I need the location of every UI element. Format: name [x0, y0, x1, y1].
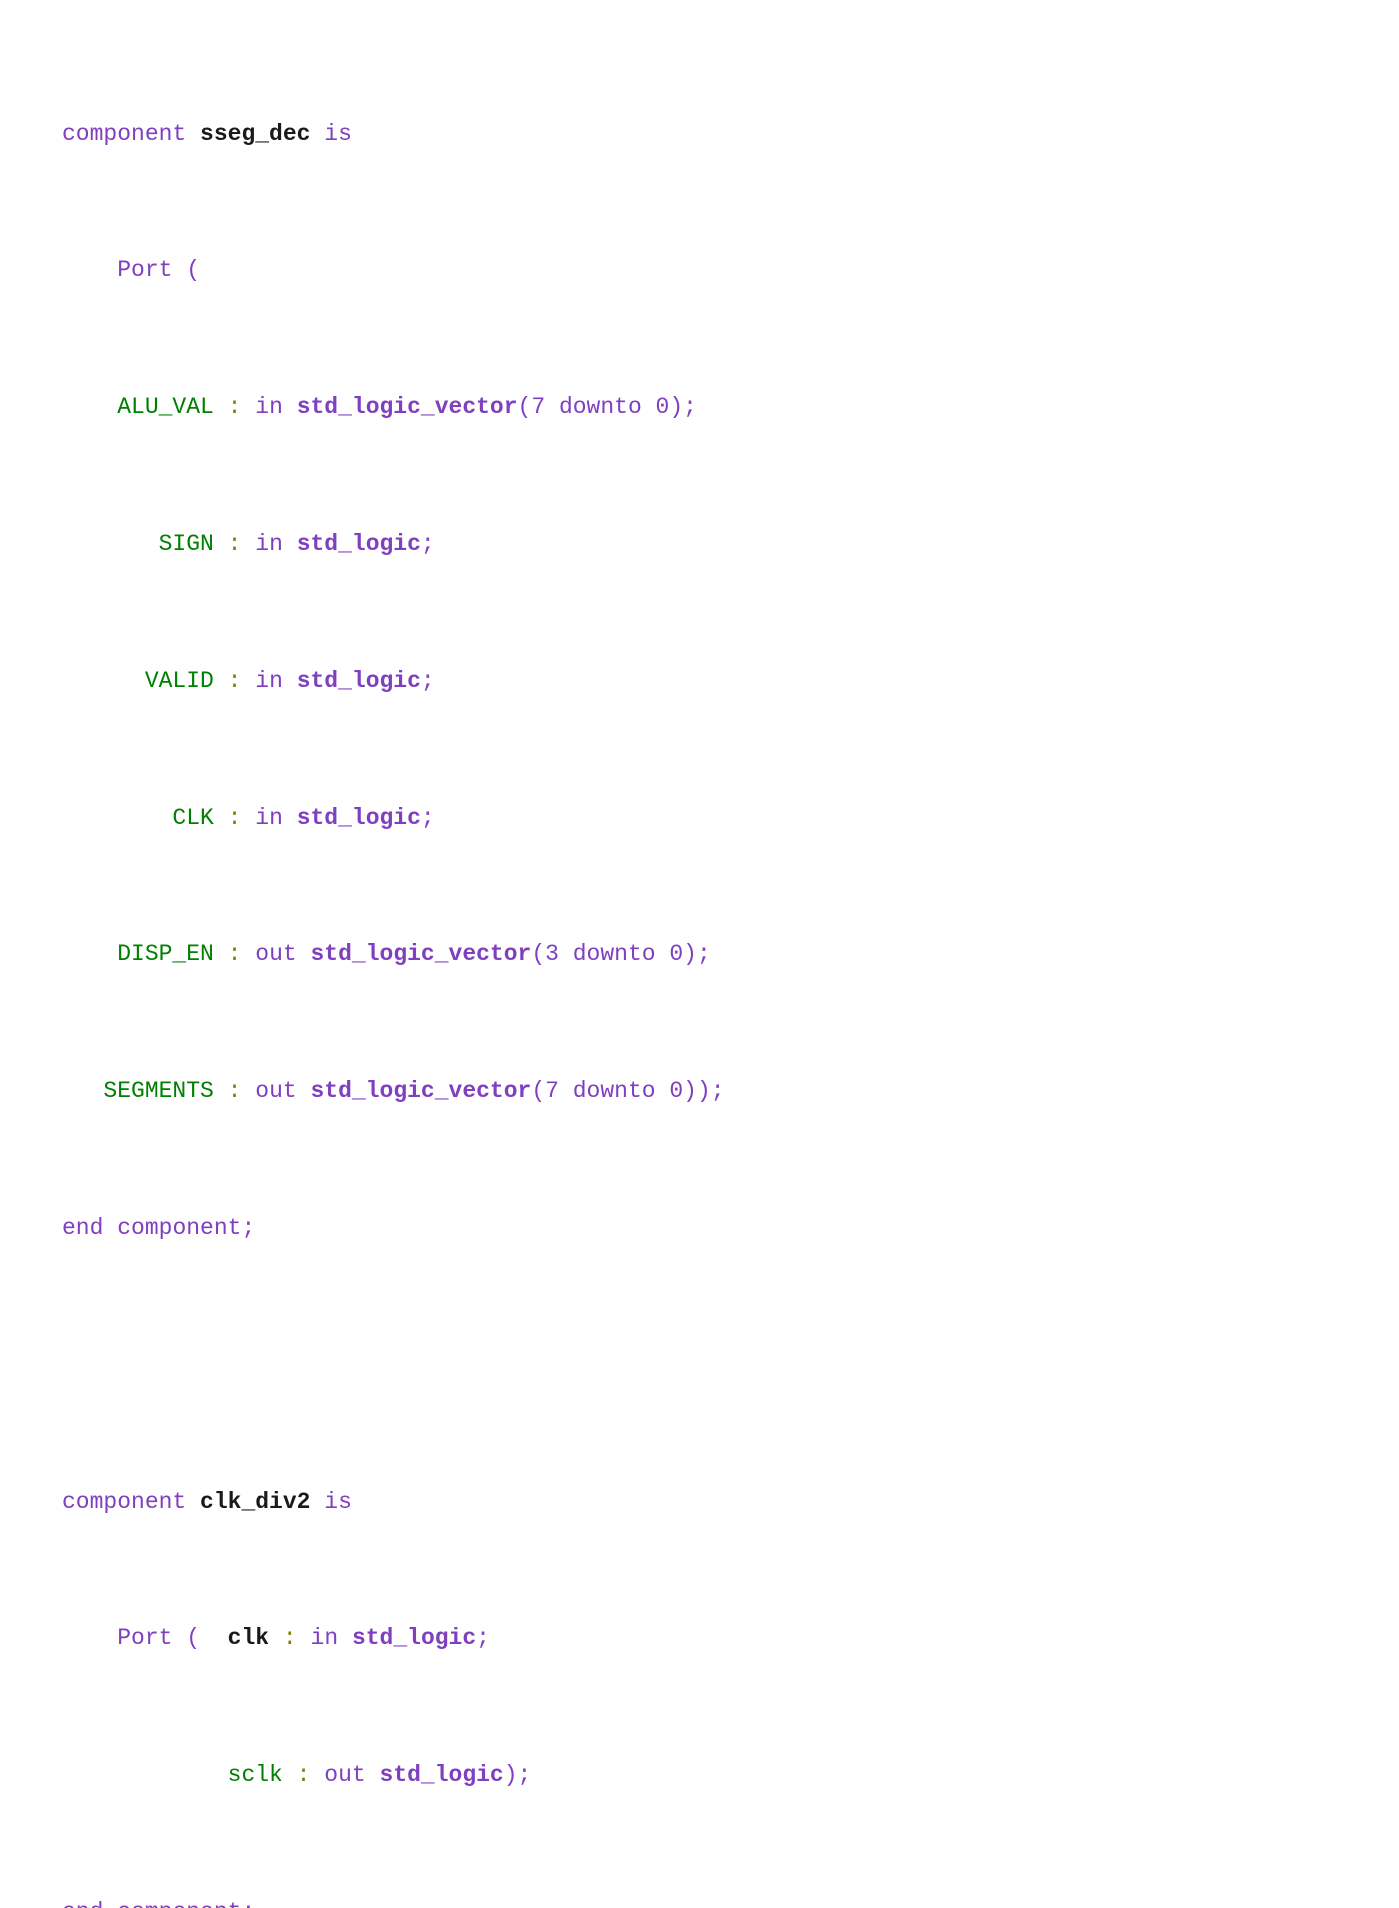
port-name-segments: SEGMENTS: [103, 1078, 214, 1105]
colon: :: [213, 667, 256, 694]
semicolon: ;: [241, 1899, 255, 1908]
keyword-is: is: [324, 1488, 352, 1515]
type-std-logic: std_logic: [296, 804, 421, 831]
keyword-port: Port: [117, 1625, 173, 1652]
port-name-sclk: sclk: [227, 1762, 283, 1789]
code-line: end component;: [62, 1211, 1346, 1245]
close-paren-semicolon: );: [503, 1762, 532, 1789]
colon: :: [213, 804, 256, 831]
direction-in: in: [310, 1625, 339, 1652]
code-line: DISP_EN : out std_logic_vector(3 downto …: [62, 937, 1346, 971]
port-name-clk: clk: [227, 1625, 270, 1652]
range-and-semicolon: (3 downto 0);: [531, 941, 711, 968]
colon: :: [213, 531, 256, 557]
port-name-valid: VALID: [144, 667, 214, 694]
keyword-component: component: [62, 120, 187, 147]
semicolon: ;: [420, 804, 435, 831]
direction-out: out: [255, 941, 297, 968]
code-line: Port (: [62, 253, 1346, 287]
keyword-component: component: [117, 1214, 242, 1241]
type-std-logic: std_logic: [379, 1762, 504, 1789]
code-line: Port ( clk : in std_logic;: [62, 1621, 1346, 1655]
keyword-end: end: [62, 1214, 104, 1241]
colon: :: [213, 394, 256, 421]
keyword-component: component: [117, 1899, 241, 1908]
code-line: sclk : out std_logic);: [62, 1758, 1346, 1792]
range-and-semicolon: (7 downto 0);: [517, 394, 697, 421]
component-name-clk-div2: clk_div2: [200, 1488, 311, 1515]
direction-in: in: [255, 394, 283, 421]
type-std-logic: std_logic: [296, 531, 421, 557]
open-paren: (: [186, 1625, 201, 1652]
keyword-component: component: [62, 1488, 187, 1515]
colon: :: [269, 1625, 311, 1652]
port-name-clk: CLK: [172, 804, 214, 831]
open-paren: (: [186, 257, 201, 284]
type-std-logic-vector: std_logic_vector: [310, 941, 532, 968]
direction-out: out: [324, 1762, 366, 1789]
code-line: ALU_VAL : in std_logic_vector(7 downto 0…: [62, 390, 1346, 424]
semicolon: ;: [420, 667, 435, 694]
code-listing: component sseg_dec is Port ( ALU_VAL : i…: [62, 14, 1346, 1908]
type-std-logic-vector: std_logic_vector: [310, 1078, 532, 1105]
direction-out: out: [255, 1078, 297, 1105]
keyword-port: Port: [117, 257, 173, 284]
direction-in: in: [255, 804, 283, 831]
direction-in: in: [255, 531, 283, 557]
code-line: VALID : in std_logic;: [62, 664, 1346, 698]
port-name-disp-en: DISP_EN: [117, 941, 214, 968]
semicolon: ;: [476, 1625, 490, 1652]
colon: :: [213, 941, 256, 968]
code-line: component sseg_dec is: [62, 117, 1346, 151]
code-line: SEGMENTS : out std_logic_vector(7 downto…: [62, 1074, 1346, 1108]
type-std-logic-vector: std_logic_vector: [296, 394, 518, 421]
keyword-end: end: [62, 1899, 103, 1908]
colon: :: [213, 1078, 256, 1105]
semicolon: ;: [420, 531, 435, 557]
component-name-sseg-dec: sseg_dec: [200, 120, 311, 147]
port-name-sign: SIGN: [158, 531, 214, 557]
type-std-logic: std_logic: [351, 1625, 477, 1652]
code-line: component clk_div2 is: [62, 1485, 1346, 1519]
code-line: CLK : in std_logic;: [62, 801, 1346, 835]
range-and-close: (7 downto 0));: [531, 1078, 725, 1105]
semicolon: ;: [241, 1214, 256, 1241]
port-name-alu-val: ALU_VAL: [117, 394, 214, 421]
colon: :: [282, 1762, 325, 1789]
type-std-logic: std_logic: [296, 667, 421, 694]
keyword-is: is: [324, 120, 352, 147]
direction-in: in: [255, 667, 283, 694]
code-line: end component;: [62, 1895, 1346, 1908]
code-line: SIGN : in std_logic;: [62, 527, 1346, 561]
